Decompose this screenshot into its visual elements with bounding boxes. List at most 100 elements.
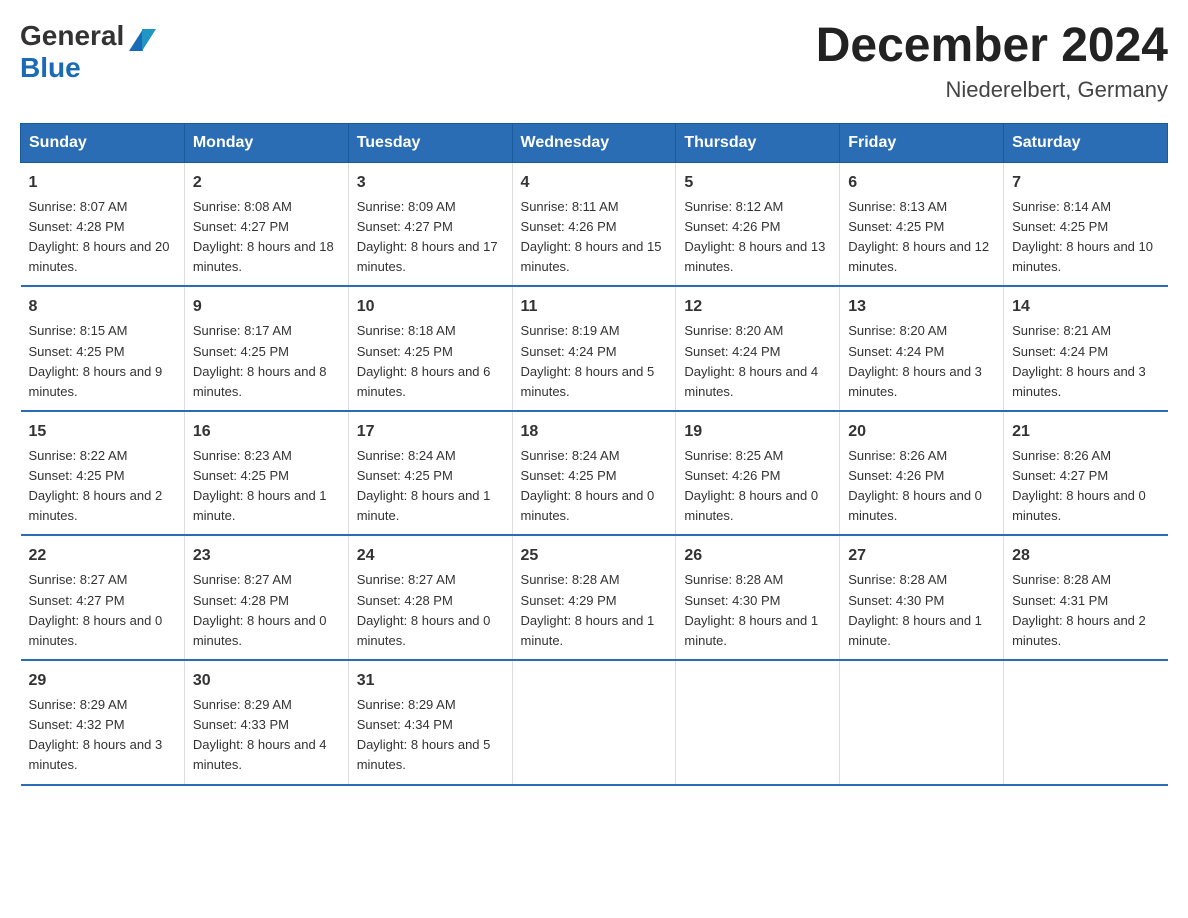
calendar-cell: 14 Sunrise: 8:21 AMSunset: 4:24 PMDaylig… <box>1004 286 1168 411</box>
day-number: 12 <box>684 295 831 319</box>
calendar-cell: 21 Sunrise: 8:26 AMSunset: 4:27 PMDaylig… <box>1004 411 1168 536</box>
day-info: Sunrise: 8:08 AMSunset: 4:27 PMDaylight:… <box>193 199 334 274</box>
calendar-week-row: 15 Sunrise: 8:22 AMSunset: 4:25 PMDaylig… <box>21 411 1168 536</box>
day-info: Sunrise: 8:28 AMSunset: 4:29 PMDaylight:… <box>521 572 655 647</box>
weekday-header: Thursday <box>676 123 840 162</box>
calendar-cell: 31 Sunrise: 8:29 AMSunset: 4:34 PMDaylig… <box>348 660 512 785</box>
calendar-cell: 27 Sunrise: 8:28 AMSunset: 4:30 PMDaylig… <box>840 535 1004 660</box>
day-info: Sunrise: 8:28 AMSunset: 4:30 PMDaylight:… <box>684 572 818 647</box>
calendar-cell: 17 Sunrise: 8:24 AMSunset: 4:25 PMDaylig… <box>348 411 512 536</box>
weekday-header: Tuesday <box>348 123 512 162</box>
day-info: Sunrise: 8:29 AMSunset: 4:34 PMDaylight:… <box>357 697 491 772</box>
calendar-cell: 15 Sunrise: 8:22 AMSunset: 4:25 PMDaylig… <box>21 411 185 536</box>
calendar-cell: 2 Sunrise: 8:08 AMSunset: 4:27 PMDayligh… <box>184 162 348 286</box>
logo-triangle-left <box>142 29 156 51</box>
day-number: 19 <box>684 420 831 444</box>
day-info: Sunrise: 8:24 AMSunset: 4:25 PMDaylight:… <box>357 448 491 523</box>
day-number: 27 <box>848 544 995 568</box>
day-number: 25 <box>521 544 668 568</box>
calendar-cell: 28 Sunrise: 8:28 AMSunset: 4:31 PMDaylig… <box>1004 535 1168 660</box>
weekday-header: Saturday <box>1004 123 1168 162</box>
calendar-week-row: 22 Sunrise: 8:27 AMSunset: 4:27 PMDaylig… <box>21 535 1168 660</box>
calendar-week-row: 8 Sunrise: 8:15 AMSunset: 4:25 PMDayligh… <box>21 286 1168 411</box>
day-number: 10 <box>357 295 504 319</box>
calendar-cell: 18 Sunrise: 8:24 AMSunset: 4:25 PMDaylig… <box>512 411 676 536</box>
day-number: 2 <box>193 171 340 195</box>
day-info: Sunrise: 8:19 AMSunset: 4:24 PMDaylight:… <box>521 323 655 398</box>
day-info: Sunrise: 8:17 AMSunset: 4:25 PMDaylight:… <box>193 323 327 398</box>
day-number: 4 <box>521 171 668 195</box>
weekday-header: Friday <box>840 123 1004 162</box>
calendar-table: SundayMondayTuesdayWednesdayThursdayFrid… <box>20 123 1168 786</box>
day-info: Sunrise: 8:27 AMSunset: 4:28 PMDaylight:… <box>357 572 491 647</box>
day-info: Sunrise: 8:29 AMSunset: 4:33 PMDaylight:… <box>193 697 327 772</box>
calendar-week-row: 29 Sunrise: 8:29 AMSunset: 4:32 PMDaylig… <box>21 660 1168 785</box>
day-info: Sunrise: 8:12 AMSunset: 4:26 PMDaylight:… <box>684 199 825 274</box>
day-number: 11 <box>521 295 668 319</box>
weekday-header-row: SundayMondayTuesdayWednesdayThursdayFrid… <box>21 123 1168 162</box>
calendar-cell: 29 Sunrise: 8:29 AMSunset: 4:32 PMDaylig… <box>21 660 185 785</box>
calendar-cell: 8 Sunrise: 8:15 AMSunset: 4:25 PMDayligh… <box>21 286 185 411</box>
day-info: Sunrise: 8:23 AMSunset: 4:25 PMDaylight:… <box>193 448 327 523</box>
logo-general-text: General <box>20 20 124 52</box>
calendar-cell <box>1004 660 1168 785</box>
day-info: Sunrise: 8:27 AMSunset: 4:28 PMDaylight:… <box>193 572 327 647</box>
calendar-cell: 26 Sunrise: 8:28 AMSunset: 4:30 PMDaylig… <box>676 535 840 660</box>
calendar-cell: 19 Sunrise: 8:25 AMSunset: 4:26 PMDaylig… <box>676 411 840 536</box>
day-info: Sunrise: 8:21 AMSunset: 4:24 PMDaylight:… <box>1012 323 1146 398</box>
calendar-cell: 24 Sunrise: 8:27 AMSunset: 4:28 PMDaylig… <box>348 535 512 660</box>
day-info: Sunrise: 8:18 AMSunset: 4:25 PMDaylight:… <box>357 323 491 398</box>
calendar-cell: 9 Sunrise: 8:17 AMSunset: 4:25 PMDayligh… <box>184 286 348 411</box>
calendar-cell: 7 Sunrise: 8:14 AMSunset: 4:25 PMDayligh… <box>1004 162 1168 286</box>
calendar-cell: 3 Sunrise: 8:09 AMSunset: 4:27 PMDayligh… <box>348 162 512 286</box>
day-number: 17 <box>357 420 504 444</box>
day-number: 15 <box>29 420 176 444</box>
day-number: 31 <box>357 669 504 693</box>
calendar-cell: 16 Sunrise: 8:23 AMSunset: 4:25 PMDaylig… <box>184 411 348 536</box>
day-number: 20 <box>848 420 995 444</box>
calendar-cell <box>512 660 676 785</box>
day-info: Sunrise: 8:20 AMSunset: 4:24 PMDaylight:… <box>684 323 818 398</box>
page-title: December 2024 <box>816 20 1168 73</box>
day-number: 1 <box>29 171 176 195</box>
calendar-cell: 6 Sunrise: 8:13 AMSunset: 4:25 PMDayligh… <box>840 162 1004 286</box>
day-number: 13 <box>848 295 995 319</box>
day-number: 22 <box>29 544 176 568</box>
calendar-cell <box>840 660 1004 785</box>
day-info: Sunrise: 8:09 AMSunset: 4:27 PMDaylight:… <box>357 199 498 274</box>
calendar-cell: 5 Sunrise: 8:12 AMSunset: 4:26 PMDayligh… <box>676 162 840 286</box>
day-info: Sunrise: 8:27 AMSunset: 4:27 PMDaylight:… <box>29 572 163 647</box>
day-number: 3 <box>357 171 504 195</box>
day-info: Sunrise: 8:14 AMSunset: 4:25 PMDaylight:… <box>1012 199 1153 274</box>
day-info: Sunrise: 8:26 AMSunset: 4:27 PMDaylight:… <box>1012 448 1146 523</box>
logo-triangle-right <box>129 29 143 51</box>
calendar-header: SundayMondayTuesdayWednesdayThursdayFrid… <box>21 123 1168 162</box>
day-info: Sunrise: 8:26 AMSunset: 4:26 PMDaylight:… <box>848 448 982 523</box>
location-subtitle: Niederelbert, Germany <box>816 77 1168 103</box>
calendar-cell: 10 Sunrise: 8:18 AMSunset: 4:25 PMDaylig… <box>348 286 512 411</box>
calendar-cell: 1 Sunrise: 8:07 AMSunset: 4:28 PMDayligh… <box>21 162 185 286</box>
day-info: Sunrise: 8:13 AMSunset: 4:25 PMDaylight:… <box>848 199 989 274</box>
calendar-cell: 12 Sunrise: 8:20 AMSunset: 4:24 PMDaylig… <box>676 286 840 411</box>
day-info: Sunrise: 8:29 AMSunset: 4:32 PMDaylight:… <box>29 697 163 772</box>
day-number: 16 <box>193 420 340 444</box>
calendar-cell: 22 Sunrise: 8:27 AMSunset: 4:27 PMDaylig… <box>21 535 185 660</box>
calendar-cell: 30 Sunrise: 8:29 AMSunset: 4:33 PMDaylig… <box>184 660 348 785</box>
day-number: 28 <box>1012 544 1159 568</box>
day-number: 18 <box>521 420 668 444</box>
calendar-body: 1 Sunrise: 8:07 AMSunset: 4:28 PMDayligh… <box>21 162 1168 784</box>
calendar-cell: 11 Sunrise: 8:19 AMSunset: 4:24 PMDaylig… <box>512 286 676 411</box>
calendar-cell: 23 Sunrise: 8:27 AMSunset: 4:28 PMDaylig… <box>184 535 348 660</box>
day-number: 8 <box>29 295 176 319</box>
weekday-header: Sunday <box>21 123 185 162</box>
weekday-header: Monday <box>184 123 348 162</box>
day-number: 26 <box>684 544 831 568</box>
day-number: 7 <box>1012 171 1159 195</box>
calendar-cell: 20 Sunrise: 8:26 AMSunset: 4:26 PMDaylig… <box>840 411 1004 536</box>
day-info: Sunrise: 8:22 AMSunset: 4:25 PMDaylight:… <box>29 448 163 523</box>
day-number: 30 <box>193 669 340 693</box>
day-info: Sunrise: 8:28 AMSunset: 4:31 PMDaylight:… <box>1012 572 1146 647</box>
day-info: Sunrise: 8:28 AMSunset: 4:30 PMDaylight:… <box>848 572 982 647</box>
calendar-cell: 4 Sunrise: 8:11 AMSunset: 4:26 PMDayligh… <box>512 162 676 286</box>
day-number: 6 <box>848 171 995 195</box>
